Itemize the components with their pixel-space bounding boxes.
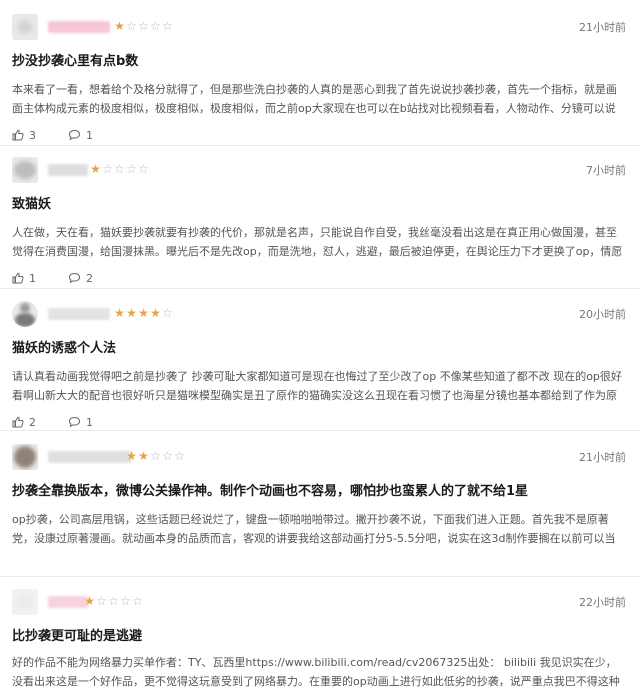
review-title[interactable]: 猫妖的诱惑个人法	[12, 339, 626, 359]
star-empty-icon: ☆	[162, 306, 174, 320]
review-body[interactable]: op抄袭，公司高层甩锅，这些话题已经说烂了，键盘一顿啪啪啪带过。撇开抄袭不说，下…	[12, 510, 626, 548]
star-filled-icon: ★	[150, 306, 162, 320]
star-rating: ★★☆☆☆	[126, 448, 186, 464]
avatar[interactable]	[12, 301, 38, 327]
star-empty-icon: ☆	[120, 594, 132, 608]
review-title[interactable]: 致猫妖	[12, 195, 626, 215]
comment-count: 1	[86, 128, 93, 142]
like-button[interactable]: 1	[12, 272, 68, 285]
review-item: ★★☆☆☆ 21小时前 抄袭全靠换版本，微博公关操作神。制作个动画也不容易，哪怕…	[0, 442, 640, 548]
star-empty-icon: ☆	[162, 19, 174, 33]
username-redacted[interactable]	[48, 21, 110, 33]
divider	[0, 145, 640, 146]
star-empty-icon: ☆	[132, 594, 144, 608]
comment-count: 1	[86, 415, 93, 429]
star-rating: ★☆☆☆☆	[114, 18, 174, 34]
comment-button[interactable]: 1	[68, 416, 93, 429]
star-filled-icon: ★	[90, 162, 102, 176]
star-empty-icon: ☆	[126, 162, 138, 176]
avatar[interactable]	[12, 589, 38, 615]
like-count: 3	[29, 128, 36, 142]
avatar[interactable]	[12, 14, 38, 40]
username-redacted[interactable]	[48, 596, 88, 608]
star-empty-icon: ☆	[96, 594, 108, 608]
star-empty-icon: ☆	[138, 162, 150, 176]
star-filled-icon: ★	[84, 594, 96, 608]
review-time: 21小时前	[579, 451, 626, 464]
star-empty-icon: ☆	[102, 162, 114, 176]
star-empty-icon: ☆	[150, 19, 162, 33]
review-time: 22小时前	[579, 596, 626, 609]
thumbs-up-icon	[12, 129, 24, 141]
avatar[interactable]	[12, 444, 38, 470]
like-count: 1	[29, 271, 36, 285]
review-item: ★☆☆☆☆ 22小时前 比抄袭更可耻的是逃避 好的作品不能为网络暴力买单作者：T…	[0, 587, 640, 691]
star-filled-icon: ★	[126, 449, 138, 463]
username-redacted[interactable]	[48, 451, 132, 463]
review-item: ★☆☆☆☆ 7小时前 致猫妖 人在做，天在看，猫妖要抄袭就要有抄袭的代价，那就是…	[0, 155, 640, 286]
username-redacted[interactable]	[48, 308, 110, 320]
star-filled-icon: ★	[114, 19, 126, 33]
star-empty-icon: ☆	[138, 19, 150, 33]
like-count: 2	[29, 415, 36, 429]
comment-count: 2	[86, 271, 93, 285]
review-body[interactable]: 请认真看动画我觉得吧之前是抄袭了 抄袭可耻大家都知道可是现在也悔过了至少改了op…	[12, 367, 626, 405]
star-empty-icon: ☆	[174, 449, 186, 463]
review-body[interactable]: 本来看了一看，想着给个及格分就得了，但是那些洗白抄袭的人真的是恶心到我了首先说说…	[12, 80, 626, 118]
review-body[interactable]: 好的作品不能为网络暴力买单作者：TY、瓦西里https://www.bilibi…	[12, 653, 626, 691]
username-redacted[interactable]	[48, 164, 88, 176]
thumbs-up-icon	[12, 416, 24, 428]
star-empty-icon: ☆	[150, 449, 162, 463]
review-time: 7小时前	[586, 164, 626, 177]
comment-button[interactable]: 2	[68, 272, 93, 285]
divider	[0, 576, 640, 577]
like-button[interactable]: 3	[12, 129, 68, 142]
divider	[0, 288, 640, 289]
star-rating: ★☆☆☆☆	[90, 161, 150, 177]
comment-bubble-icon	[68, 416, 81, 428]
divider	[0, 430, 640, 431]
star-filled-icon: ★	[126, 306, 138, 320]
star-filled-icon: ★	[138, 306, 150, 320]
review-title[interactable]: 比抄袭更可耻的是逃避	[12, 627, 626, 647]
comment-button[interactable]: 1	[68, 129, 93, 142]
like-button[interactable]: 2	[12, 416, 68, 429]
star-filled-icon: ★	[114, 306, 126, 320]
review-title[interactable]: 抄没抄袭心里有点b数	[12, 52, 626, 72]
avatar[interactable]	[12, 157, 38, 183]
review-body[interactable]: 人在做，天在看，猫妖要抄袭就要有抄袭的代价，那就是名声，只能说自作自受，我丝毫没…	[12, 223, 626, 261]
star-rating: ★☆☆☆☆	[84, 593, 144, 609]
star-empty-icon: ☆	[114, 162, 126, 176]
star-empty-icon: ☆	[162, 449, 174, 463]
star-filled-icon: ★	[138, 449, 150, 463]
review-title[interactable]: 抄袭全靠换版本，微博公关操作神。制作个动画也不容易，哪怕抄也蛮累人的了就不给1星	[12, 482, 626, 502]
comment-bubble-icon	[68, 272, 81, 284]
comment-bubble-icon	[68, 129, 81, 141]
star-empty-icon: ☆	[108, 594, 120, 608]
review-time: 20小时前	[579, 308, 626, 321]
star-empty-icon: ☆	[126, 19, 138, 33]
star-rating: ★★★★☆	[114, 305, 174, 321]
thumbs-up-icon	[12, 272, 24, 284]
review-item: ★★★★☆ 20小时前 猫妖的诱惑个人法 请认真看动画我觉得吧之前是抄袭了 抄袭…	[0, 299, 640, 430]
review-time: 21小时前	[579, 21, 626, 34]
review-item: ★☆☆☆☆ 21小时前 抄没抄袭心里有点b数 本来看了一看，想着给个及格分就得了…	[0, 12, 640, 143]
